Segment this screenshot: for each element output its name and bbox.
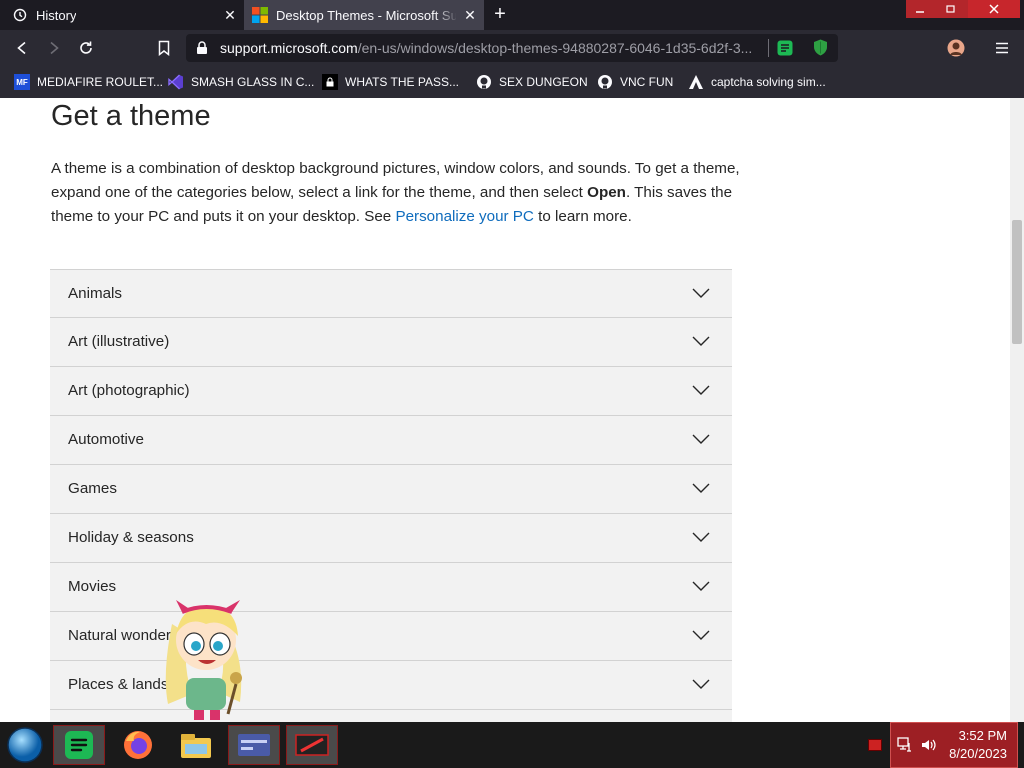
- forward-arrow-icon: [50, 41, 59, 55]
- bookmark-item[interactable]: captcha solving sim...: [688, 72, 826, 92]
- taskbar-app-firefox[interactable]: [112, 725, 164, 765]
- extension-notes-icon[interactable]: [777, 40, 793, 56]
- page-scrollbar[interactable]: [1010, 98, 1024, 722]
- address-bar[interactable]: support.microsoft.com/en-us/windows/desk…: [186, 34, 838, 62]
- avatar-icon: [947, 39, 965, 57]
- github-icon: [597, 74, 613, 90]
- chevron-down-icon: [692, 581, 710, 591]
- github-icon: [476, 74, 492, 90]
- scrollbar-thumb[interactable]: [1012, 220, 1022, 344]
- system-tray: 3:52 PM 8/20/2023: [890, 722, 1018, 768]
- notification-flag-icon[interactable]: [868, 739, 882, 751]
- bookmark-icon: [158, 40, 170, 56]
- chevron-down-icon: [692, 679, 710, 689]
- arch-icon: [688, 74, 704, 90]
- chevron-down-icon: [692, 288, 710, 298]
- chevron-down-icon: [692, 385, 710, 395]
- taskbar: 3:52 PM 8/20/2023: [0, 722, 1024, 768]
- chevron-down-icon: [692, 336, 710, 346]
- menu-button[interactable]: [992, 38, 1012, 58]
- chevron-down-icon: [692, 630, 710, 640]
- category-label: Movies: [68, 578, 117, 595]
- clock-time: 3:52 PM: [958, 728, 1007, 743]
- reload-button[interactable]: [76, 38, 96, 58]
- page-title: Get a theme: [51, 100, 211, 132]
- bookmark-page-button[interactable]: [154, 38, 174, 58]
- start-orb-icon: [7, 727, 43, 763]
- url-text: support.microsoft.com/en-us/windows/desk…: [220, 40, 753, 56]
- lock-icon: [197, 41, 207, 54]
- volume-icon[interactable]: [921, 737, 937, 753]
- back-button[interactable]: [12, 38, 32, 58]
- minimize-button[interactable]: [906, 0, 934, 18]
- bookmark-item[interactable]: SMASH GLASS IN C...: [168, 72, 314, 92]
- history-icon: [12, 7, 28, 23]
- card-app-icon: [238, 734, 270, 756]
- close-window-button[interactable]: [968, 0, 1020, 18]
- category-label: Art (photographic): [68, 382, 190, 399]
- media-app-icon: [295, 734, 329, 756]
- close-tab-icon[interactable]: ✕: [462, 7, 478, 23]
- mediafire-icon: MF: [14, 74, 30, 90]
- microsoft-logo-icon: [252, 7, 268, 23]
- taskbar-app-card[interactable]: [228, 725, 280, 765]
- clock[interactable]: 3:52 PM 8/20/2023: [949, 727, 1007, 763]
- open-emphasis: Open: [587, 184, 626, 201]
- taskbar-app-explorer[interactable]: [170, 725, 222, 765]
- hamburger-menu-icon: [996, 42, 1008, 54]
- network-icon[interactable]: [897, 737, 913, 753]
- personalize-your-pc-link[interactable]: Personalize your PC: [395, 208, 533, 225]
- tab-label: Desktop Themes - Microsoft Support: [276, 7, 456, 23]
- file-explorer-icon: [181, 734, 211, 758]
- reload-icon: [80, 41, 92, 54]
- lock-icon: [322, 74, 338, 90]
- category-automotive[interactable]: Automotive: [50, 416, 732, 465]
- category-holiday-seasons[interactable]: Holiday & seasons: [50, 514, 732, 563]
- category-label: Games: [68, 480, 117, 497]
- tab-desktop-themes[interactable]: Desktop Themes - Microsoft Support ✕: [244, 0, 484, 30]
- category-animals[interactable]: Animals: [50, 269, 732, 318]
- spotify-icon: [65, 731, 93, 759]
- category-art-photographic[interactable]: Art (photographic): [50, 367, 732, 416]
- chevron-down-icon: [692, 532, 710, 542]
- new-tab-button[interactable]: +: [488, 3, 512, 27]
- account-avatar[interactable]: [946, 38, 966, 58]
- visual-studio-icon: [168, 74, 184, 90]
- taskbar-app-media[interactable]: [286, 725, 338, 765]
- tab-history[interactable]: History ✕: [0, 0, 244, 30]
- back-arrow-icon: [17, 41, 26, 55]
- category-label: Automotive: [68, 431, 144, 448]
- intro-paragraph: A theme is a combination of desktop back…: [51, 160, 740, 225]
- cartoon-character-sticker[interactable]: [152, 594, 258, 722]
- category-games[interactable]: Games: [50, 465, 732, 514]
- category-label: Holiday & seasons: [68, 529, 194, 546]
- clock-date: 8/20/2023: [949, 746, 1007, 761]
- forward-button[interactable]: [44, 38, 64, 58]
- bookmark-item[interactable]: VNC FUN: [597, 72, 673, 92]
- shield-extension-icon[interactable]: [813, 39, 828, 56]
- restore-button[interactable]: [934, 0, 968, 18]
- bookmark-item[interactable]: WHATS THE PASS...: [322, 72, 459, 92]
- category-label: Animals: [68, 285, 123, 302]
- category-art-illustrative[interactable]: Art (illustrative): [50, 318, 732, 367]
- start-button[interactable]: [2, 725, 48, 765]
- bookmark-item[interactable]: MF MEDIAFIRE ROULET...: [14, 72, 163, 92]
- navigation-toolbar: support.microsoft.com/en-us/windows/desk…: [0, 30, 1024, 66]
- bookmark-item[interactable]: SEX DUNGEON: [476, 72, 588, 92]
- tab-strip: History ✕ Desktop Themes - Microsoft Sup…: [0, 0, 1024, 30]
- tab-label: History: [36, 7, 77, 23]
- bookmarks-toolbar: MF MEDIAFIRE ROULET... SMASH GLASS IN C.…: [0, 66, 1024, 98]
- chevron-down-icon: [692, 483, 710, 493]
- window-controls: [906, 0, 1020, 18]
- close-tab-icon[interactable]: ✕: [222, 7, 238, 23]
- chevron-down-icon: [692, 434, 710, 444]
- category-label: Art (illustrative): [68, 333, 170, 350]
- firefox-icon: [124, 731, 152, 759]
- taskbar-app-notes[interactable]: [53, 725, 105, 765]
